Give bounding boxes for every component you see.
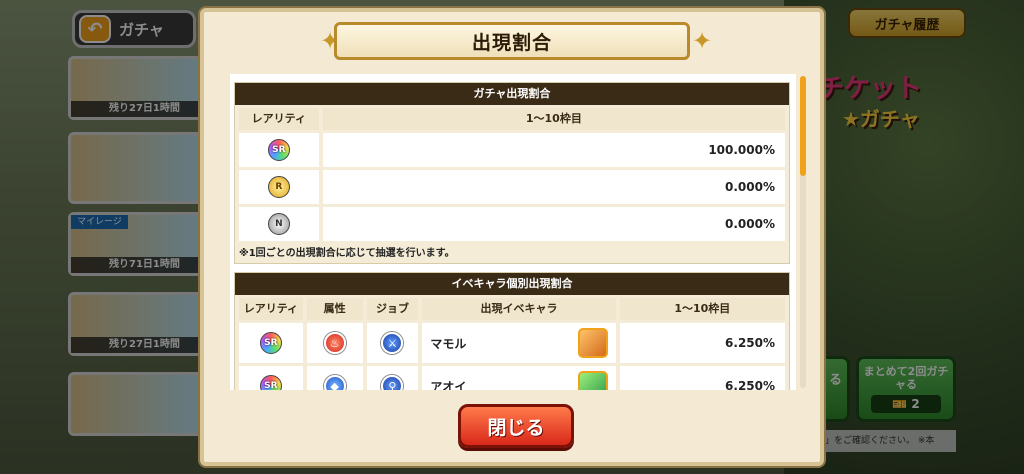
attribute-cell: ♨ [306, 323, 363, 363]
gacha-rate-section: ガチャ出現割合 レアリティ 1～10枠目 SR 100.000% R 0.000… [234, 82, 790, 264]
chara-name: マモル [430, 336, 467, 351]
column-header: 属性 [306, 298, 363, 320]
dialog-title: 出現割合 [471, 31, 552, 54]
rate-value: 6.250% [619, 323, 786, 363]
n-rarity-icon: N [267, 213, 290, 235]
table-header-row: レアリティ 属性 ジョブ 出現イベキャラ 1～10枠目 [235, 295, 789, 320]
table-row: SR 100.000% [235, 130, 789, 167]
appearance-rate-dialog: ✦ 出現割合 ✦ ガチャ出現割合 レアリティ 1～10枠目 SR 100.000… [200, 8, 824, 466]
r-rarity-icon: R [267, 176, 290, 198]
rate-note: ※1回ごとの出現割合に応じて抽選を行います。 [239, 248, 455, 259]
table-row: N 0.000% [235, 204, 789, 241]
scrollbar-thumb[interactable] [800, 76, 806, 176]
column-header: レアリティ [239, 108, 319, 130]
staff-job-icon: ⚲ [381, 375, 404, 390]
attribute-cell: ◆ [306, 366, 363, 390]
sword-job-icon: ⚔ [381, 332, 404, 354]
section-title: ガチャ出現割合 [235, 83, 789, 105]
rarity-cell: R [239, 170, 319, 204]
column-header: 1～10枠目 [619, 298, 785, 320]
scrollbar[interactable] [800, 76, 806, 388]
close-button[interactable]: 閉じる [458, 404, 574, 448]
sr-rarity-icon: SR [259, 375, 282, 390]
rarity-cell: SR [239, 133, 319, 167]
chara-portrait [577, 328, 608, 358]
table-row: SR ♨ ⚔ マモル 6.250% [235, 320, 789, 363]
table-row: SR ◆ ⚲ アオイ 6.250% [235, 363, 789, 390]
rate-value: 0.000% [322, 207, 785, 241]
rate-scroll-area[interactable]: ガチャ出現割合 レアリティ 1～10枠目 SR 100.000% R 0.000… [230, 74, 796, 390]
column-header: レアリティ [239, 298, 303, 320]
job-cell: ⚔ [366, 323, 419, 363]
job-cell: ⚲ [366, 366, 419, 390]
table-row: R 0.000% [235, 167, 789, 204]
table-header-row: レアリティ 1～10枠目 [235, 105, 789, 130]
column-header: 出現イベキャラ [422, 298, 616, 320]
sr-rarity-icon: SR [267, 139, 290, 161]
fire-attribute-icon: ♨ [323, 332, 346, 354]
chara-cell: マモル [422, 323, 616, 363]
column-header: 1～10枠目 [322, 108, 785, 130]
chara-portrait [577, 371, 608, 390]
section-title: イベキャラ個別出現割合 [235, 273, 789, 295]
rarity-cell: SR [239, 323, 303, 363]
column-header: ジョブ [366, 298, 419, 320]
event-chara-rate-section: イベキャラ個別出現割合 レアリティ 属性 ジョブ 出現イベキャラ 1～10枠目 … [234, 272, 790, 390]
rarity-cell: SR [239, 366, 303, 390]
rate-value: 6.250% [619, 366, 786, 390]
dialog-title-bar: 出現割合 [334, 22, 690, 60]
water-attribute-icon: ◆ [323, 375, 346, 390]
chara-name: アオイ [430, 379, 467, 391]
sr-rarity-icon: SR [259, 332, 282, 354]
chara-cell: アオイ [422, 366, 616, 391]
ornament-icon: ✦ [691, 27, 713, 55]
rate-value: 0.000% [322, 170, 785, 204]
rarity-cell: N [239, 207, 319, 241]
rate-value: 100.000% [322, 133, 785, 167]
